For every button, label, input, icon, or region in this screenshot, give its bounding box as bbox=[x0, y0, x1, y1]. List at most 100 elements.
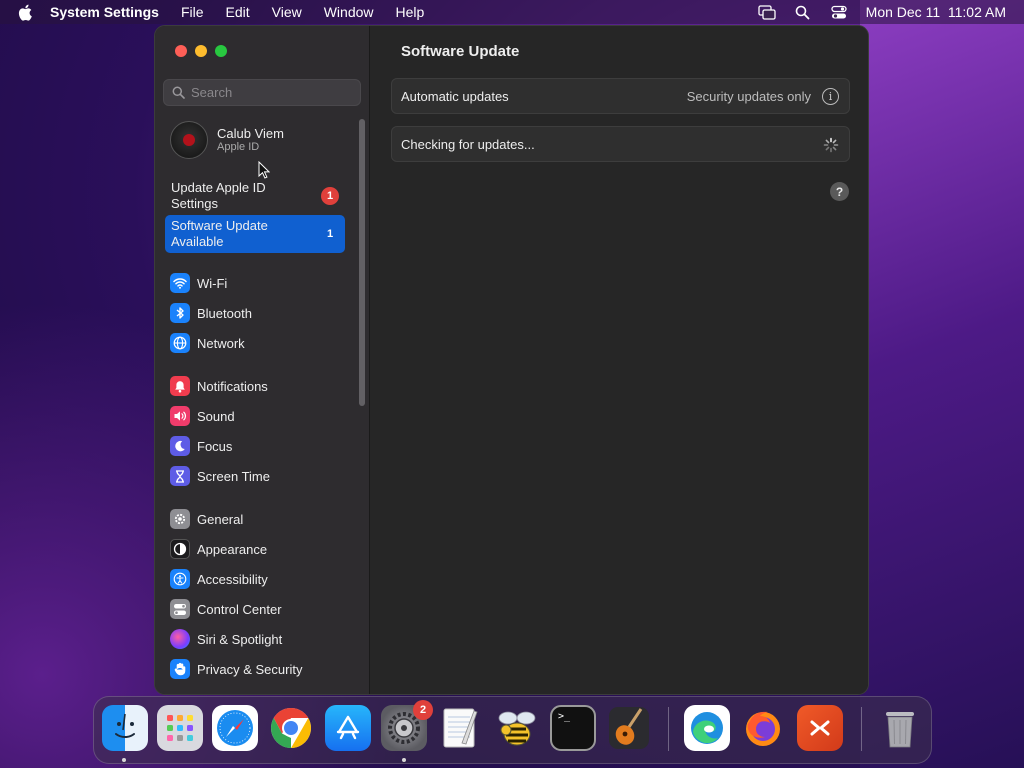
minimize-window-button[interactable] bbox=[195, 45, 207, 57]
bluetooth-icon bbox=[170, 303, 190, 323]
system-settings-window: Calub Viem Apple ID Update Apple ID Sett… bbox=[154, 25, 869, 695]
sidebar-item-label: Accessibility bbox=[197, 571, 268, 587]
guitar-icon[interactable] bbox=[606, 705, 652, 751]
hourglass-icon bbox=[170, 466, 190, 486]
bell-icon bbox=[170, 376, 190, 396]
apple-logo-icon[interactable] bbox=[16, 3, 34, 21]
avatar bbox=[170, 121, 208, 159]
menubar-clock[interactable]: Mon Dec 11 11:02 AM bbox=[866, 4, 1006, 20]
sidebar-item-control-center[interactable]: Control Center bbox=[170, 596, 355, 622]
sidebar-item-label: Focus bbox=[197, 438, 233, 454]
sidebar-item-notifications[interactable]: Notifications bbox=[170, 373, 355, 399]
menu-window[interactable]: Window bbox=[324, 4, 374, 20]
update-status-label: Checking for updates... bbox=[401, 136, 535, 152]
control-center-icon[interactable] bbox=[830, 3, 848, 21]
appearance-icon bbox=[170, 539, 190, 559]
spinner-icon bbox=[823, 137, 839, 153]
menu-view[interactable]: View bbox=[272, 4, 302, 20]
search-field[interactable] bbox=[163, 79, 361, 106]
menu-bar: System Settings File Edit View Window He… bbox=[0, 0, 1024, 24]
update-apple-id-settings-item[interactable]: Update Apple ID Settings 1 bbox=[165, 177, 345, 215]
page-title: Software Update bbox=[401, 43, 520, 60]
dock: 2 >_ bbox=[93, 696, 932, 764]
sidebar-item-label: Sound bbox=[197, 408, 235, 424]
system-settings-icon[interactable]: 2 bbox=[381, 700, 433, 751]
firefox-icon[interactable] bbox=[740, 705, 786, 751]
terminal-prompt: >_ bbox=[558, 711, 571, 722]
sidebar-item-label: Control Center bbox=[197, 601, 282, 617]
menu-app-name[interactable]: System Settings bbox=[50, 4, 159, 20]
edge-icon[interactable] bbox=[684, 705, 730, 751]
sidebar-item-sound[interactable]: Sound bbox=[170, 403, 355, 429]
sidebar-scrollbar[interactable] bbox=[359, 119, 365, 406]
running-indicator bbox=[122, 758, 126, 762]
apple-id-account[interactable]: Calub Viem Apple ID bbox=[170, 119, 350, 161]
search-icon bbox=[172, 86, 185, 99]
finder-icon[interactable] bbox=[102, 705, 148, 751]
chrome-icon[interactable] bbox=[268, 705, 314, 751]
software-update-available-item[interactable]: Software Update Available 1 bbox=[165, 215, 345, 253]
spotlight-search-icon[interactable] bbox=[794, 3, 812, 21]
sidebar-item-bluetooth[interactable]: Bluetooth bbox=[170, 300, 355, 326]
trash-icon[interactable] bbox=[877, 705, 923, 751]
sidebar-item-label: Network bbox=[197, 335, 245, 351]
help-button[interactable]: ? bbox=[830, 182, 849, 201]
sidebar-item-network[interactable]: Network bbox=[170, 330, 355, 356]
terminal-icon[interactable]: >_ bbox=[550, 705, 596, 751]
notification-badge: 2 bbox=[413, 700, 433, 720]
sidebar-item-general[interactable]: General bbox=[170, 506, 355, 532]
notice-label: Update Apple ID Settings bbox=[171, 180, 266, 211]
sidebar-item-appearance[interactable]: Appearance bbox=[170, 536, 355, 562]
running-indicator bbox=[402, 758, 406, 762]
launchpad-icon[interactable] bbox=[157, 705, 203, 751]
sidebar-item-label: Wi-Fi bbox=[197, 275, 228, 291]
sidebar-item-label: Siri & Spotlight bbox=[197, 631, 283, 647]
notification-badge: 1 bbox=[326, 228, 334, 240]
moon-icon bbox=[170, 436, 190, 456]
close-window-button[interactable] bbox=[175, 45, 187, 57]
menu-file[interactable]: File bbox=[181, 4, 204, 20]
automatic-updates-value: Security updates only bbox=[686, 88, 811, 104]
search-input[interactable] bbox=[191, 85, 351, 100]
sidebar-item-accessibility[interactable]: Accessibility bbox=[170, 566, 355, 592]
sidebar-item-label: General bbox=[197, 511, 244, 527]
sidebar-item-screen-time[interactable]: Screen Time bbox=[170, 463, 355, 489]
notice-label: Software Update Available bbox=[171, 218, 268, 249]
textedit-icon[interactable] bbox=[437, 705, 483, 751]
main-panel: Software Update Automatic updates Securi… bbox=[371, 26, 868, 694]
notification-badge: 1 bbox=[321, 187, 339, 205]
accessibility-icon bbox=[170, 569, 190, 589]
sidebar-item-label: Notifications bbox=[197, 378, 268, 394]
remote-desktop-icon[interactable] bbox=[797, 705, 843, 751]
automatic-updates-row[interactable]: Automatic updates Security updates only … bbox=[391, 78, 850, 114]
info-icon[interactable]: i bbox=[822, 88, 839, 105]
siri-icon bbox=[170, 629, 190, 649]
account-name: Calub Viem bbox=[217, 126, 284, 141]
sidebar-item-wifi[interactable]: Wi-Fi bbox=[170, 270, 355, 296]
sidebar-item-privacy-security[interactable]: Privacy & Security bbox=[170, 656, 355, 682]
safari-icon[interactable] bbox=[212, 705, 258, 751]
control-center-icon bbox=[170, 599, 190, 619]
window-controls bbox=[175, 45, 227, 57]
dock-separator bbox=[861, 707, 862, 751]
sidebar: Calub Viem Apple ID Update Apple ID Sett… bbox=[155, 26, 370, 694]
speaker-icon bbox=[170, 406, 190, 426]
app-store-icon[interactable] bbox=[325, 705, 371, 751]
bee-icon[interactable] bbox=[494, 705, 540, 751]
sidebar-item-label: Privacy & Security bbox=[197, 661, 303, 677]
globe-icon bbox=[170, 333, 190, 353]
zoom-window-button[interactable] bbox=[215, 45, 227, 57]
sidebar-item-label: Appearance bbox=[197, 541, 268, 557]
menu-edit[interactable]: Edit bbox=[226, 4, 250, 20]
sidebar-item-label: Bluetooth bbox=[197, 305, 252, 321]
sidebar-item-label: Screen Time bbox=[197, 468, 270, 484]
screen-mirroring-icon[interactable] bbox=[758, 3, 776, 21]
update-status-row: Checking for updates... bbox=[391, 126, 850, 162]
dock-separator bbox=[668, 707, 669, 751]
wifi-icon bbox=[170, 273, 190, 293]
menu-help[interactable]: Help bbox=[396, 4, 425, 20]
sidebar-item-focus[interactable]: Focus bbox=[170, 433, 355, 459]
sidebar-item-siri-spotlight[interactable]: Siri & Spotlight bbox=[170, 626, 355, 652]
automatic-updates-label: Automatic updates bbox=[401, 88, 509, 104]
account-subtitle: Apple ID bbox=[217, 141, 260, 153]
